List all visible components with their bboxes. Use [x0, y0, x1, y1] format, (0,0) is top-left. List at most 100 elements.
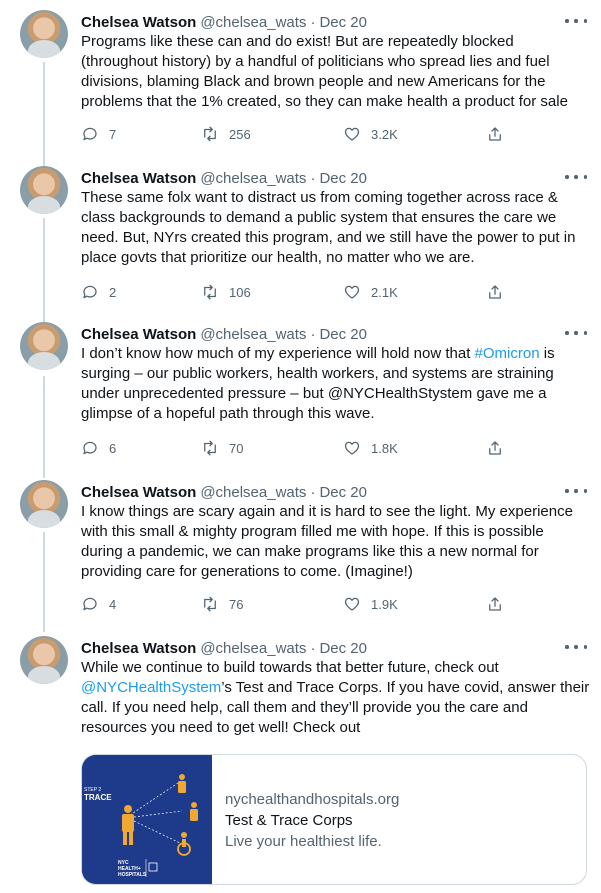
- more-icon[interactable]: [565, 640, 587, 654]
- tweet-text-line: resources you need to get well! Check ou…: [81, 719, 361, 736]
- tweet-text: Programs like these can and do exist! Bu…: [81, 32, 591, 112]
- tweet-text: These same folx want to distract us from…: [81, 188, 591, 268]
- tweet-text-segment: ’s Test and Trace Corps. If you have cov…: [221, 679, 590, 696]
- avatar[interactable]: [20, 166, 68, 214]
- author-name[interactable]: Chelsea Watson: [81, 14, 196, 31]
- tweet-actions: 2 106 2.1K: [81, 282, 511, 302]
- avatar[interactable]: [20, 322, 68, 370]
- tweet-text-line: Programs like these can and do exist! Bu…: [81, 33, 514, 50]
- tweet-text-line: under unprecedented pressure – but @NYCH…: [81, 385, 547, 402]
- reply-icon: [83, 597, 97, 611]
- tweet-text-line: glimpse of a hopeful path through this w…: [81, 405, 375, 422]
- author-handle[interactable]: @chelsea_wats: [200, 326, 306, 343]
- tweet-date[interactable]: Dec 20: [319, 170, 367, 187]
- tweet-text-line: While we continue to build towards that …: [81, 659, 499, 676]
- reply-icon: [83, 441, 97, 455]
- author-handle[interactable]: @chelsea_wats: [200, 170, 306, 187]
- retweet-icon: [204, 284, 216, 300]
- tweet[interactable]: Chelsea Watson @chelsea_wats · Dec 20 Th…: [0, 166, 601, 308]
- heart-icon: [344, 441, 360, 455]
- tweet-header: Chelsea Watson @chelsea_wats · Dec 20: [81, 482, 367, 502]
- retweet-button[interactable]: 70: [201, 438, 243, 458]
- reply-button[interactable]: 4: [81, 594, 116, 614]
- tweet-date[interactable]: Dec 20: [319, 14, 367, 31]
- tweet-text-line: with this small & mighty program filled …: [81, 523, 544, 540]
- tweet-date[interactable]: Dec 20: [319, 640, 367, 657]
- share-icon: [489, 285, 501, 299]
- tweet-header: Chelsea Watson @chelsea_wats · Dec 20: [81, 638, 367, 658]
- tweet-date[interactable]: Dec 20: [319, 484, 367, 501]
- author-name[interactable]: Chelsea Watson: [81, 484, 196, 501]
- like-button[interactable]: 2.1K: [343, 282, 398, 302]
- tweet-text-segment: is: [539, 345, 555, 362]
- card-logo-line3: HOSPITALS: [118, 872, 147, 878]
- author-handle[interactable]: @chelsea_wats: [200, 14, 306, 31]
- avatar[interactable]: [20, 636, 68, 684]
- share-icon: [489, 441, 501, 455]
- tweet-date[interactable]: Dec 20: [319, 326, 367, 343]
- reply-button[interactable]: 2: [81, 282, 116, 302]
- like-count: 1.8K: [371, 440, 398, 456]
- tweet-text: While we continue to build towards that …: [81, 658, 591, 738]
- reply-button[interactable]: 6: [81, 438, 116, 458]
- share-button[interactable]: [486, 282, 504, 302]
- retweet-button[interactable]: 106: [201, 282, 251, 302]
- more-icon[interactable]: [565, 484, 587, 498]
- tweet[interactable]: Chelsea Watson @chelsea_wats · Dec 20 Wh…: [0, 636, 601, 893]
- like-count: 3.2K: [371, 126, 398, 142]
- like-count: 2.1K: [371, 284, 398, 300]
- card-heading-label: TRACE: [84, 793, 112, 802]
- mention-link[interactable]: @NYCHealthSystem: [81, 679, 221, 696]
- tweet-text-line: problems that the 1% created, so they ca…: [81, 93, 568, 110]
- tweet[interactable]: Chelsea Watson @chelsea_wats · Dec 20 I …: [0, 480, 601, 620]
- card-info: nychealthandhospitals.org Test & Trace C…: [225, 789, 399, 852]
- card-description: Live your healthiest life.: [225, 833, 382, 850]
- tweet-header: Chelsea Watson @chelsea_wats · Dec 20: [81, 168, 367, 188]
- more-icon[interactable]: [565, 170, 587, 184]
- author-name[interactable]: Chelsea Watson: [81, 640, 196, 657]
- heart-icon: [344, 127, 360, 141]
- retweet-count: 76: [229, 596, 244, 612]
- hashtag-link[interactable]: #Omicron: [475, 345, 540, 362]
- more-icon[interactable]: [565, 14, 587, 28]
- tweet-text: I don’t know how much of my experience w…: [81, 344, 591, 424]
- share-button[interactable]: [486, 438, 504, 458]
- tweet-text-line: call. If you need help, call them and th…: [81, 699, 528, 716]
- author-handle[interactable]: @chelsea_wats: [200, 484, 306, 501]
- tweet-text-line: divisions, blaming Black and brown peopl…: [81, 73, 546, 90]
- tweet-text-line: I don’t know how much of my experience w…: [81, 344, 591, 364]
- retweet-count: 106: [229, 284, 251, 300]
- tweet[interactable]: Chelsea Watson @chelsea_wats · Dec 20 Pr…: [0, 10, 601, 152]
- more-icon[interactable]: [565, 326, 587, 340]
- tweet-actions: 6 70 1.8K: [81, 438, 511, 458]
- avatar[interactable]: [20, 10, 68, 58]
- share-button[interactable]: [486, 594, 504, 614]
- retweet-icon: [204, 440, 216, 456]
- tweet-text-line: class backgrounds to demand a public sys…: [81, 209, 557, 226]
- share-button[interactable]: [486, 124, 504, 144]
- like-button[interactable]: 3.2K: [343, 124, 398, 144]
- trace-illustration: STEP 2 TRACE NYC HEALTH+ HOSPITALS: [82, 755, 212, 884]
- share-icon: [489, 597, 501, 611]
- separator: ·: [310, 325, 316, 343]
- separator: ·: [310, 169, 316, 187]
- link-preview-card[interactable]: STEP 2 TRACE NYC HEALTH+ HOSPITALS nyche…: [81, 754, 587, 885]
- retweet-button[interactable]: 76: [201, 594, 243, 614]
- tweet-text-line: (throughout history) by a handful of pol…: [81, 53, 550, 70]
- tweet[interactable]: Chelsea Watson @chelsea_wats · Dec 20 I …: [0, 322, 601, 464]
- reply-count: 7: [109, 126, 117, 142]
- retweet-button[interactable]: 256: [201, 124, 251, 144]
- reply-button[interactable]: 7: [81, 124, 116, 144]
- like-button[interactable]: 1.9K: [343, 594, 398, 614]
- share-icon: [489, 127, 501, 141]
- retweet-icon: [204, 596, 216, 612]
- like-button[interactable]: 1.8K: [343, 438, 398, 458]
- tweet-text-segment: I don’t know how much of my experience w…: [81, 345, 475, 362]
- avatar[interactable]: [20, 480, 68, 528]
- tweet-text-line: surging – our public workers, health wor…: [81, 365, 554, 382]
- author-name[interactable]: Chelsea Watson: [81, 170, 196, 187]
- author-handle[interactable]: @chelsea_wats: [200, 640, 306, 657]
- author-name[interactable]: Chelsea Watson: [81, 326, 196, 343]
- tweet-text-line: I know things are scary again and it is …: [81, 503, 573, 520]
- heart-icon: [344, 597, 360, 611]
